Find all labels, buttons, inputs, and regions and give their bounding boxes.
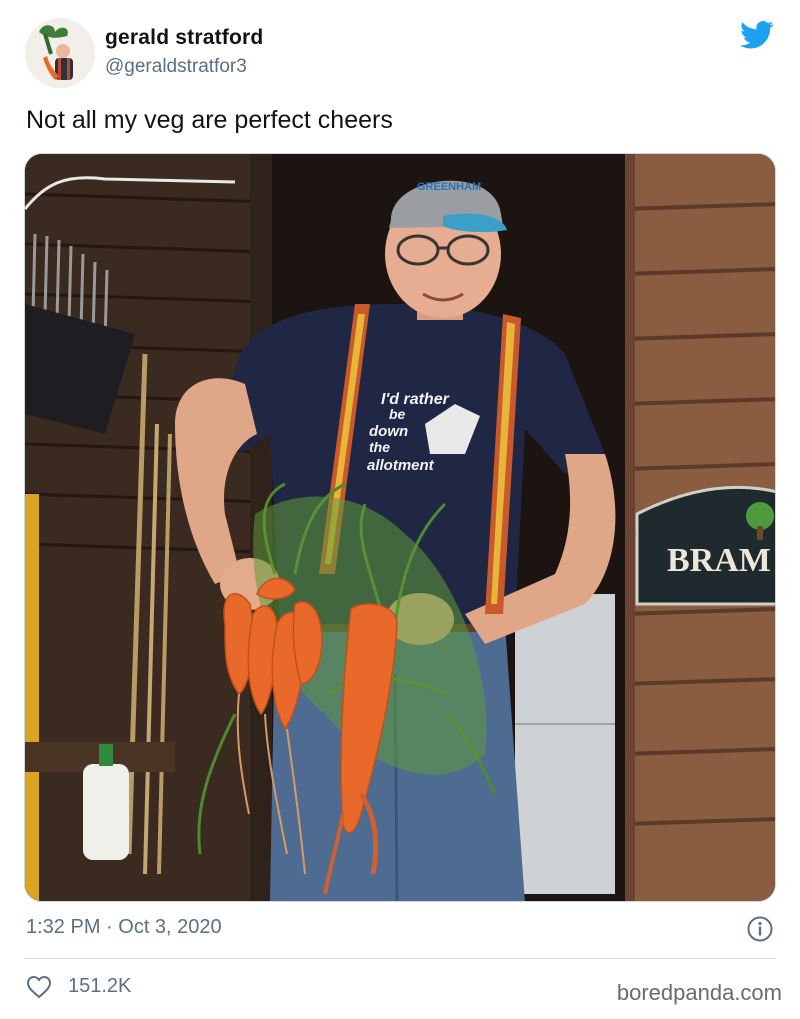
cap-text: GREENHAM xyxy=(417,181,481,193)
info-icon[interactable] xyxy=(747,916,773,942)
author-name[interactable]: gerald stratford xyxy=(105,26,263,50)
tweet-photo[interactable]: BRAM I'd rather be down the allotment GR… xyxy=(24,153,776,902)
tweet-text: Not all my veg are perfect cheers xyxy=(26,106,393,134)
heart-icon[interactable] xyxy=(26,975,52,999)
tshirt-line-2: be xyxy=(389,406,406,422)
like-count[interactable]: 151.2K xyxy=(68,975,131,998)
divider xyxy=(24,958,776,959)
tshirt-line-3: down xyxy=(369,423,408,440)
avatar[interactable] xyxy=(25,18,95,88)
source-watermark: boredpanda.com xyxy=(616,980,782,1005)
tshirt-line-5: allotment xyxy=(367,457,435,474)
author-handle[interactable]: @geraldstratfor3 xyxy=(105,56,247,78)
tweet-timestamp[interactable]: 1:32 PM · Oct 3, 2020 xyxy=(26,916,222,939)
tweet-card: gerald stratford @geraldstratfor3 Not al… xyxy=(0,0,800,1019)
tshirt-line-4: the xyxy=(369,439,390,455)
twitter-bird-icon[interactable] xyxy=(740,20,774,50)
sign-text: BRAM xyxy=(667,542,771,579)
